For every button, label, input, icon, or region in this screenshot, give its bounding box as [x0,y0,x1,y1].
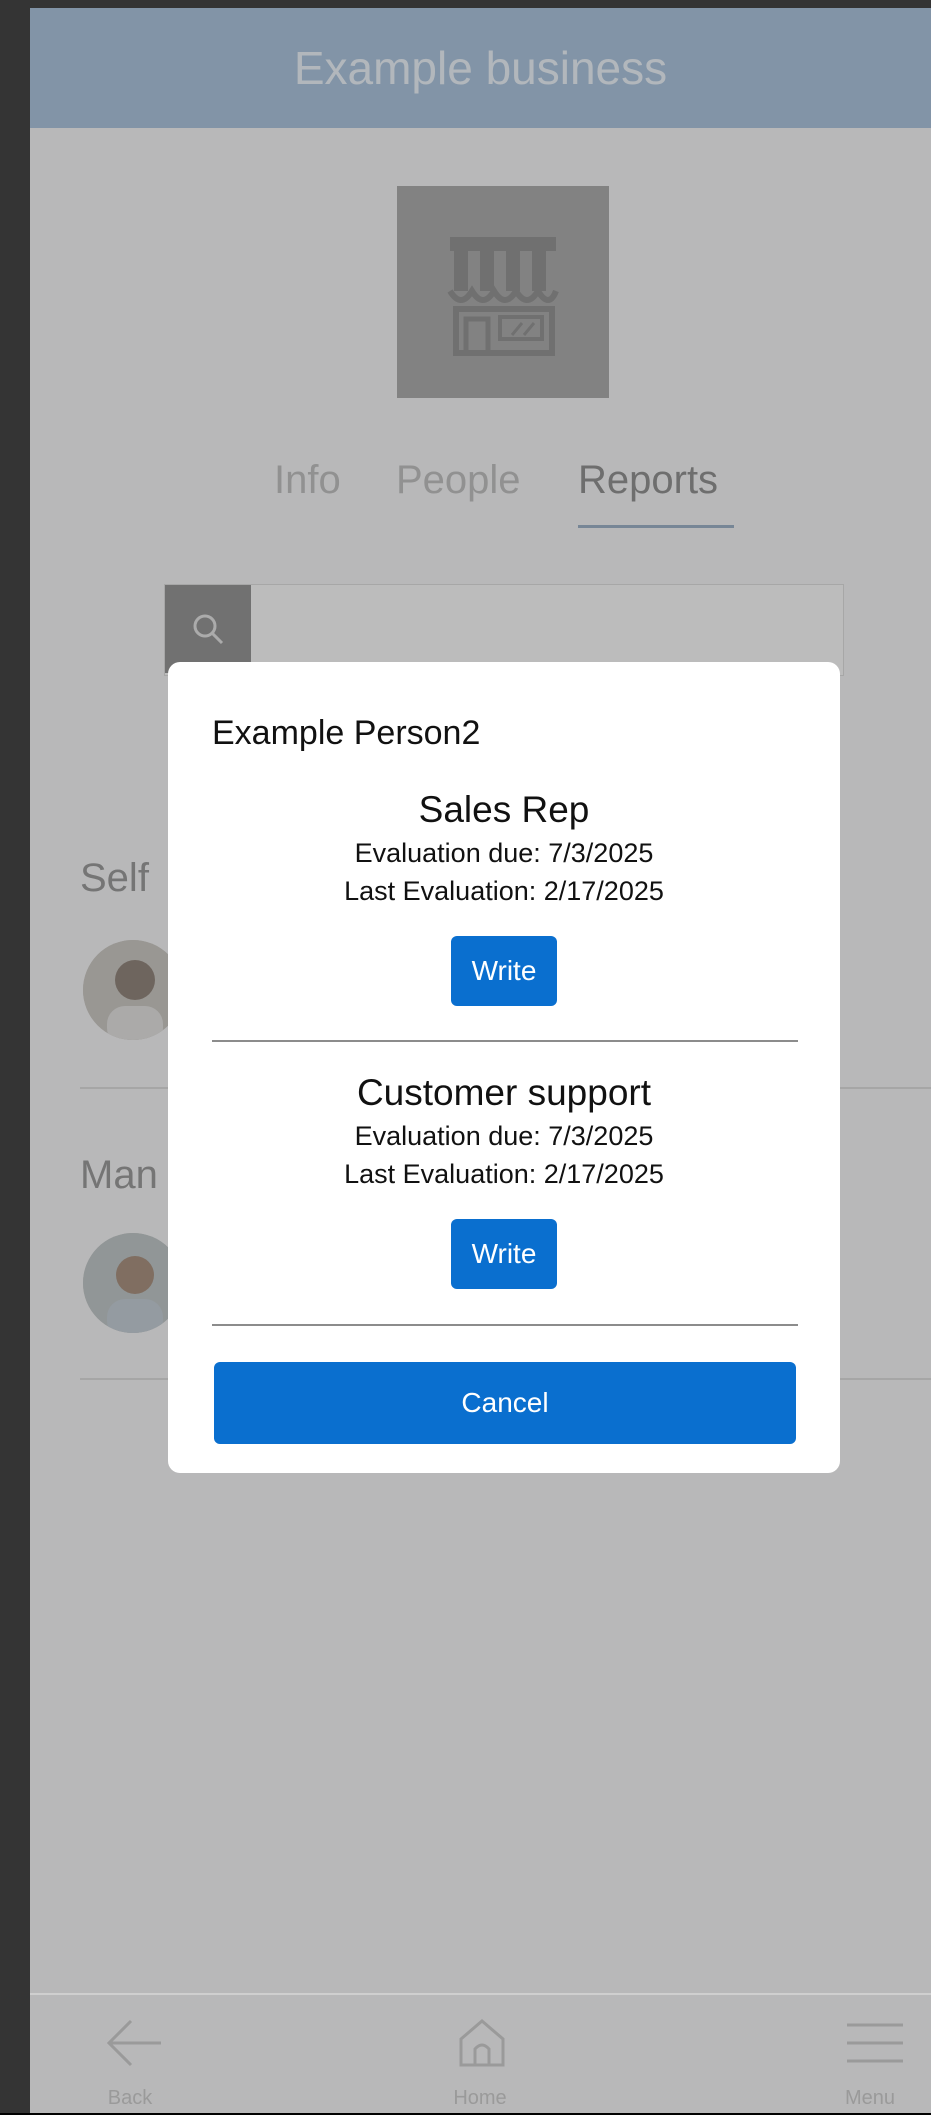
nav-menu[interactable]: Menu [810,1995,930,2115]
cancel-button[interactable]: Cancel [214,1362,796,1444]
nav-back[interactable]: Back [70,1995,190,2115]
last-evaluation: Last Evaluation: 2/17/2025 [344,876,664,906]
bottom-navigation: Back Home Menu [30,1993,931,2115]
write-button-sales-rep[interactable]: Write [451,936,557,1006]
dialog-divider [212,1040,798,1042]
hamburger-menu-icon [847,2023,903,2063]
role-title: Sales Rep [418,789,590,830]
dialog-person-name: Example Person2 [212,714,481,752]
nav-home-label: Home [453,2087,507,2109]
dialog-divider [212,1324,798,1326]
role-block-sales-rep: Sales Rep Evaluation due: 7/3/2025 Last … [168,786,840,1006]
role-title: Customer support [356,1072,652,1113]
nav-home[interactable]: Home [420,1995,540,2115]
role-block-customer-support: Customer support Evaluation due: 7/3/202… [168,1069,840,1289]
nav-menu-label: Menu [844,2087,896,2109]
evaluation-due: Evaluation due: 7/3/2025 [354,1121,654,1151]
nav-back-label: Back [107,2087,153,2109]
evaluation-due: Evaluation due: 7/3/2025 [354,838,654,868]
evaluation-dialog: Example Person2 Sales Rep Evaluation due… [168,662,840,1473]
write-button-customer-support[interactable]: Write [451,1219,557,1289]
home-icon [459,2019,505,2067]
back-arrow-icon [106,2019,161,2067]
last-evaluation: Last Evaluation: 2/17/2025 [344,1159,664,1189]
